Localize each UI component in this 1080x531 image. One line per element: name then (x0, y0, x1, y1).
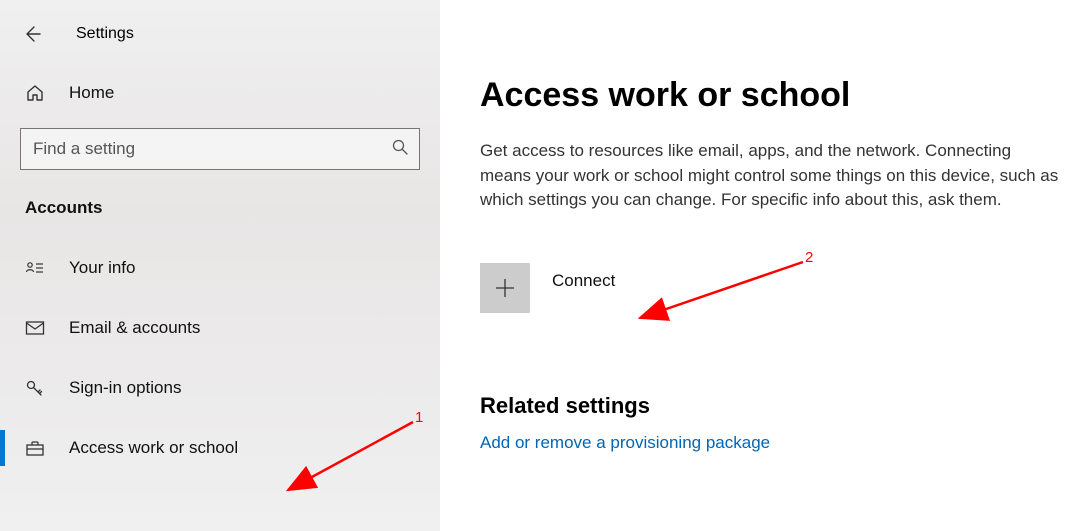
sidebar-item-label: Your info (69, 258, 135, 278)
sidebar-item-label: Sign-in options (69, 378, 181, 398)
main-content: Access work or school Get access to reso… (440, 0, 1080, 531)
titlebar: Settings (0, 10, 440, 68)
search-input[interactable] (33, 139, 391, 159)
provisioning-package-link[interactable]: Add or remove a provisioning package (480, 433, 770, 452)
sidebar-item-signin-options[interactable]: Sign-in options (0, 358, 440, 418)
annotation-label-1: 1 (415, 409, 423, 426)
home-icon (25, 83, 47, 103)
search-box[interactable] (20, 128, 420, 170)
plus-icon-box (480, 263, 530, 313)
mail-icon (25, 320, 47, 336)
app-title: Settings (76, 25, 134, 43)
sidebar-item-label: Email & accounts (69, 318, 200, 338)
sidebar-item-email-accounts[interactable]: Email & accounts (0, 298, 440, 358)
annotation-label-2: 2 (805, 249, 813, 266)
back-button[interactable] (18, 20, 46, 48)
related-settings-heading: Related settings (480, 393, 1066, 419)
page-description: Get access to resources like email, apps… (480, 139, 1066, 213)
connect-button[interactable]: Connect (480, 263, 1066, 313)
plus-icon (493, 276, 517, 300)
sidebar-item-your-info[interactable]: Your info (0, 238, 440, 298)
sidebar-item-label: Access work or school (69, 438, 238, 458)
sidebar-item-access-work-school[interactable]: Access work or school (0, 418, 440, 478)
user-card-icon (25, 259, 47, 277)
page-title: Access work or school (480, 76, 1066, 115)
connect-label: Connect (552, 271, 615, 291)
back-arrow-icon (22, 24, 42, 44)
home-label: Home (69, 83, 114, 103)
sidebar: Settings Home Accounts (0, 0, 440, 531)
home-nav-item[interactable]: Home (0, 68, 440, 118)
key-icon (25, 378, 47, 398)
search-icon (391, 138, 409, 161)
briefcase-icon (25, 439, 47, 457)
search-container (20, 128, 420, 170)
category-header: Accounts (0, 194, 440, 238)
